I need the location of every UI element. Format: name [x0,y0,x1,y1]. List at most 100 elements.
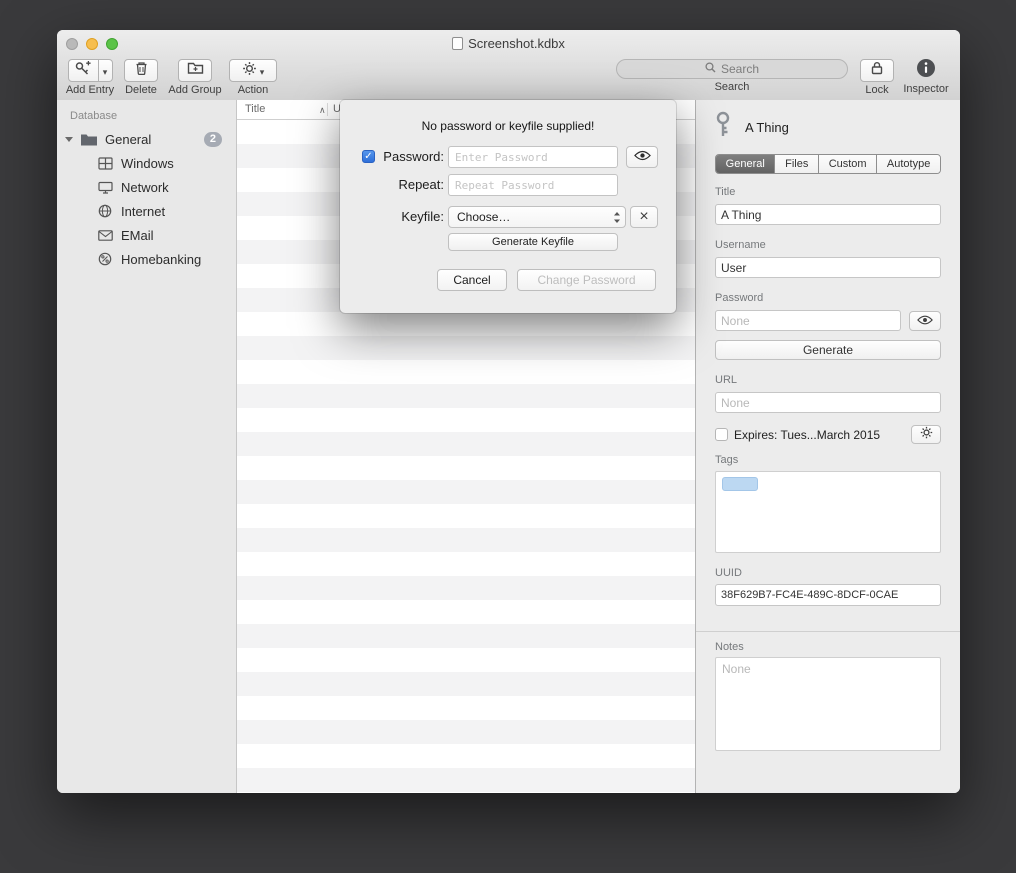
inspector-caption: Inspector [903,84,948,95]
sidebar: Database General 2 Windows [57,100,237,793]
search-caption: Search [715,82,750,93]
sidebar-item-email[interactable]: EMail [57,223,236,247]
notes-field[interactable] [715,657,941,751]
sidebar-item-label: Internet [121,204,165,219]
add-group-button[interactable] [178,59,212,82]
search-group: Search Search [616,57,848,93]
inspector-panel: A Thing General Files Custom Autotype Ti… [695,100,960,793]
change-password-dialog: No password or keyfile supplied! Passwor… [340,100,676,313]
title-field[interactable] [715,204,941,225]
tags-field[interactable] [715,471,941,553]
change-password-button[interactable]: Change Password [517,269,656,291]
dialog-reveal-password-button[interactable] [626,146,658,168]
add-entry-caption: Add Entry [66,85,114,96]
sidebar-item-label: EMail [121,228,154,243]
expires-row: Expires: Tues...March 2015 [715,425,941,444]
lock-icon [871,61,883,80]
tag-chip[interactable] [722,477,758,491]
globe-icon [96,204,114,218]
reveal-password-button[interactable] [909,311,941,331]
disclosure-triangle-icon[interactable] [65,137,73,142]
inspector-tabs: General Files Custom Autotype [715,154,941,174]
delete-button[interactable] [124,59,158,82]
password-row [715,310,941,331]
username-label: Username [715,239,941,251]
window-title-area: Screenshot.kdbx [57,30,960,57]
uuid-field[interactable] [715,584,941,606]
lock-button[interactable] [860,59,894,82]
generate-button[interactable]: Generate [715,340,941,360]
expires-options-button[interactable] [911,425,941,444]
column-header-title[interactable]: Title [245,103,265,115]
column-divider[interactable] [327,103,328,116]
sidebar-item-windows[interactable]: Windows [57,151,236,175]
inspector-button[interactable] [916,60,937,81]
document-icon [452,37,463,50]
search-icon [705,60,716,78]
username-field[interactable] [715,257,941,278]
chevron-down-icon [260,62,265,80]
desktop: Screenshot.kdbx Add Entry [0,0,1016,873]
uuid-label: UUID [715,567,941,579]
keyfile-popup-value: Choose… [457,210,510,224]
clear-keyfile-button[interactable] [630,206,658,228]
chevron-down-icon [103,62,108,80]
sidebar-item-internet[interactable]: Internet [57,199,236,223]
entry-header: A Thing [715,113,941,141]
tab-custom[interactable]: Custom [818,155,876,173]
sidebar-item-label: Windows [121,156,174,171]
cancel-button[interactable]: Cancel [437,269,507,291]
key-plus-icon [74,60,92,82]
sidebar-group-general[interactable]: General 2 [57,127,236,151]
sidebar-group-label: General [105,132,151,147]
popup-stepper-icon [613,211,621,224]
folder-icon [80,133,98,146]
add-entry-menu-button[interactable] [99,59,113,82]
sidebar-item-label: Network [121,180,169,195]
expires-label: Expires: Tues...March 2015 [734,428,905,442]
sidebar-section-header: Database [70,110,236,122]
dialog-repeat-field[interactable] [448,174,618,196]
coin-percent-icon [96,252,114,266]
group-count-badge: 2 [204,132,222,147]
action-group: Action [228,57,278,96]
search-placeholder: Search [721,62,759,76]
dialog-password-field[interactable] [448,146,618,168]
lock-group: Lock [858,57,896,96]
expires-checkbox[interactable] [715,428,728,441]
delete-group: Delete [121,57,161,96]
action-button[interactable] [229,59,277,82]
windows-icon [96,157,114,170]
sidebar-item-network[interactable]: Network [57,175,236,199]
password-field[interactable] [715,310,901,331]
tab-autotype[interactable]: Autotype [876,155,940,173]
inspector-divider [696,631,960,632]
sidebar-item-homebanking[interactable]: Homebanking [57,247,236,271]
search-input[interactable]: Search [616,59,848,79]
titlebar[interactable]: Screenshot.kdbx [57,30,960,57]
password-label: Password [715,292,941,304]
gear-icon [242,61,257,81]
sort-ascending-icon [319,105,326,116]
inspector-group: Inspector [900,57,952,95]
sidebar-item-label: Homebanking [121,252,201,267]
eye-icon [634,148,651,166]
generate-keyfile-button[interactable]: Generate Keyfile [448,233,618,251]
add-entry-button[interactable] [68,59,99,82]
url-field[interactable] [715,392,941,413]
tab-files[interactable]: Files [774,155,818,173]
tab-general[interactable]: General [716,155,774,173]
network-icon [96,181,114,194]
envelope-icon [96,230,114,241]
key-icon [715,111,731,143]
dialog-repeat-label: Repeat: [370,174,444,196]
toolbar: Add Entry Delete Add Group [57,57,960,100]
folder-plus-icon [187,61,204,80]
gear-icon [920,426,933,444]
delete-caption: Delete [125,85,157,96]
add-group-group: Add Group [165,57,225,96]
notes-label: Notes [715,641,941,653]
dialog-password-label: Password: [370,146,444,168]
keyfile-popup[interactable]: Choose… [448,206,626,228]
lock-caption: Lock [865,85,888,96]
